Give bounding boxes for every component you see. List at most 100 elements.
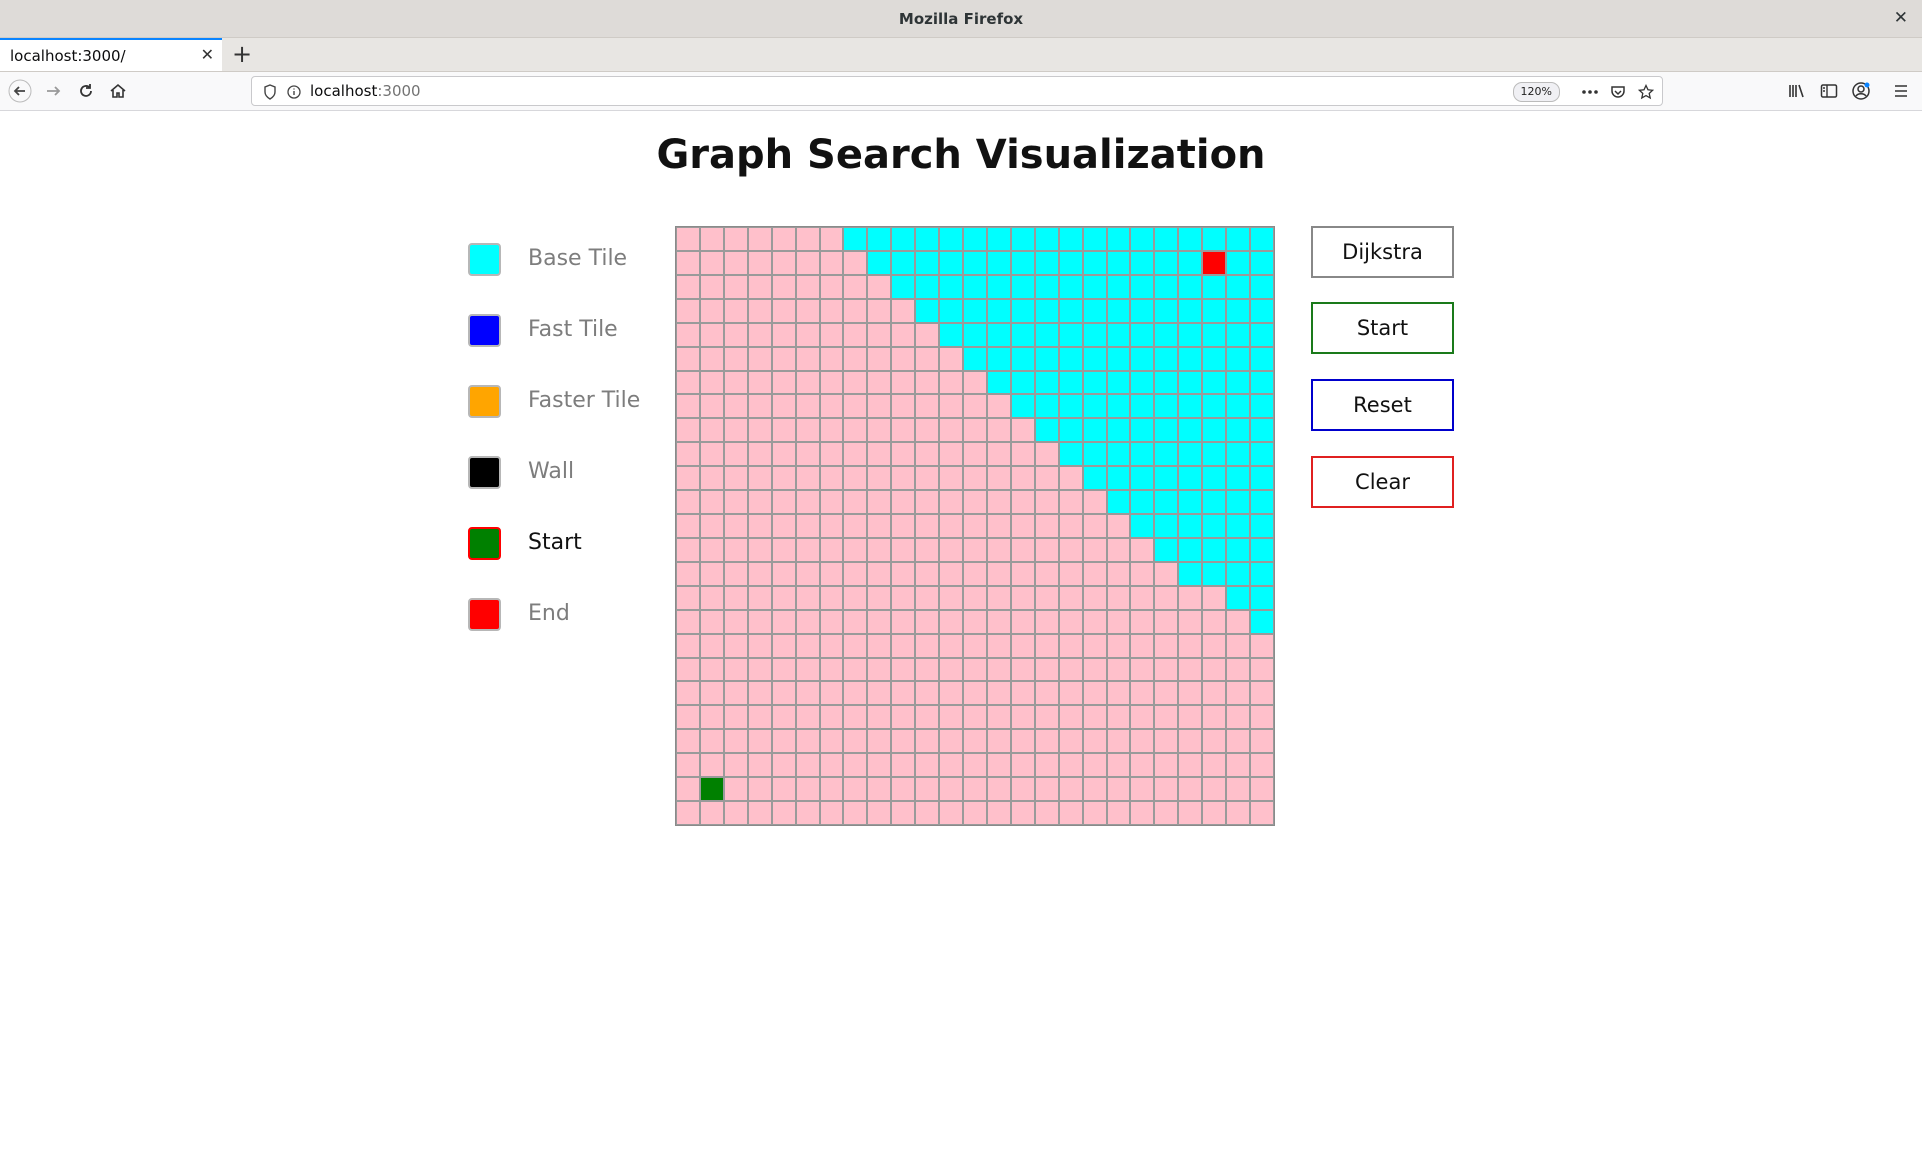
grid-cell[interactable] [891,633,916,658]
grid-cell[interactable] [1130,729,1155,754]
grid-cell[interactable] [1106,298,1131,323]
grid-cell[interactable] [1082,657,1107,682]
grid-cell[interactable] [819,681,844,706]
grid-cell[interactable] [1106,585,1131,610]
grid-cell[interactable] [747,561,772,586]
grid-cell[interactable] [771,346,796,371]
grid-cell[interactable] [771,609,796,634]
grid-cell[interactable] [1178,537,1203,562]
grid-cell[interactable] [986,418,1011,443]
grid-cell[interactable] [867,777,892,802]
grid-cell[interactable] [676,250,700,275]
grid-cell[interactable] [1250,729,1274,754]
grid-cell[interactable] [986,681,1011,706]
grid-cell[interactable] [723,705,748,730]
grid-cell[interactable] [819,298,844,323]
grid-cell[interactable] [867,561,892,586]
grid-cell[interactable] [747,418,772,443]
grid-cell[interactable] [867,298,892,323]
grid-cell[interactable] [843,466,868,491]
algorithm-select-button[interactable]: Dijkstra [1311,226,1454,278]
legend-item[interactable]: Faster Tile [466,382,676,422]
grid-cell[interactable] [1082,681,1107,706]
grid-cell[interactable] [1010,801,1035,825]
grid-cell[interactable] [676,753,700,778]
grid-cell[interactable] [1154,753,1179,778]
grid-cell[interactable] [867,729,892,754]
grid-cell[interactable] [723,657,748,682]
grid-cell[interactable] [939,585,964,610]
grid-cell[interactable] [1034,442,1059,467]
grid-cell[interactable] [1178,705,1203,730]
legend-item[interactable]: Base Tile [466,240,676,280]
grid-cell[interactable] [819,777,844,802]
grid-cell[interactable] [676,346,700,371]
legend-item[interactable]: Start [466,524,676,564]
grid-cell[interactable] [1250,537,1274,562]
grid-cell[interactable] [1106,370,1131,395]
grid-cell[interactable] [963,394,987,419]
grid-cell[interactable] [1178,466,1203,491]
start-node-cell[interactable] [699,777,724,802]
grid-cell[interactable] [1154,370,1179,395]
grid-cell[interactable] [1154,609,1179,634]
grid-cell[interactable] [1130,705,1155,730]
grid-cell[interactable] [1202,298,1227,323]
grid-cell[interactable] [1178,657,1203,682]
grid-cell[interactable] [1130,514,1155,538]
grid-cell[interactable] [699,322,724,347]
grid-cell[interactable] [771,705,796,730]
grid-cell[interactable] [891,298,916,323]
grid-cell[interactable] [771,442,796,467]
grid-cell[interactable] [795,729,820,754]
grid-cell[interactable] [867,227,892,251]
grid-cell[interactable] [747,227,772,251]
grid-cell[interactable] [915,633,940,658]
grid-cell[interactable] [1058,753,1083,778]
grid-cell[interactable] [1226,346,1251,371]
grid-cell[interactable] [986,442,1011,467]
grid-cell[interactable] [1178,418,1203,443]
grid-cell[interactable] [986,609,1011,634]
grid-cell[interactable] [795,250,820,275]
grid-cell[interactable] [1202,729,1227,754]
grid-cell[interactable] [771,561,796,586]
grid-cell[interactable] [1178,514,1203,538]
grid-cell[interactable] [676,298,700,323]
grid-cell[interactable] [915,250,940,275]
grid-cell[interactable] [795,322,820,347]
grid-cell[interactable] [1058,633,1083,658]
grid-cell[interactable] [819,442,844,467]
grid-cell[interactable] [939,609,964,634]
grid-cell[interactable] [963,609,987,634]
grid-cell[interactable] [1058,442,1083,467]
grid-cell[interactable] [1178,490,1203,515]
grid-cell[interactable] [1202,490,1227,515]
grid-cell[interactable] [1106,490,1131,515]
legend-swatch[interactable] [468,243,501,276]
grid-cell[interactable] [723,777,748,802]
grid-cell[interactable] [843,561,868,586]
grid-cell[interactable] [1154,250,1179,275]
grid-cell[interactable] [1058,227,1083,251]
grid-cell[interactable] [1250,394,1274,419]
grid-cell[interactable] [1154,442,1179,467]
grid-cell[interactable] [819,561,844,586]
grid-cell[interactable] [699,753,724,778]
grid-cell[interactable] [771,657,796,682]
grid-cell[interactable] [1154,585,1179,610]
grid-cell[interactable] [1154,561,1179,586]
sidebar-icon[interactable] [1817,79,1841,103]
grid-cell[interactable] [1178,801,1203,825]
grid-cell[interactable] [939,729,964,754]
grid-cell[interactable] [1154,298,1179,323]
grid-cell[interactable] [1178,561,1203,586]
grid-cell[interactable] [1010,609,1035,634]
grid-cell[interactable] [915,418,940,443]
grid-cell[interactable] [1250,801,1274,825]
grid-cell[interactable] [747,705,772,730]
grid-cell[interactable] [867,322,892,347]
grid-cell[interactable] [915,394,940,419]
grid-cell[interactable] [915,298,940,323]
grid-cell[interactable] [819,418,844,443]
